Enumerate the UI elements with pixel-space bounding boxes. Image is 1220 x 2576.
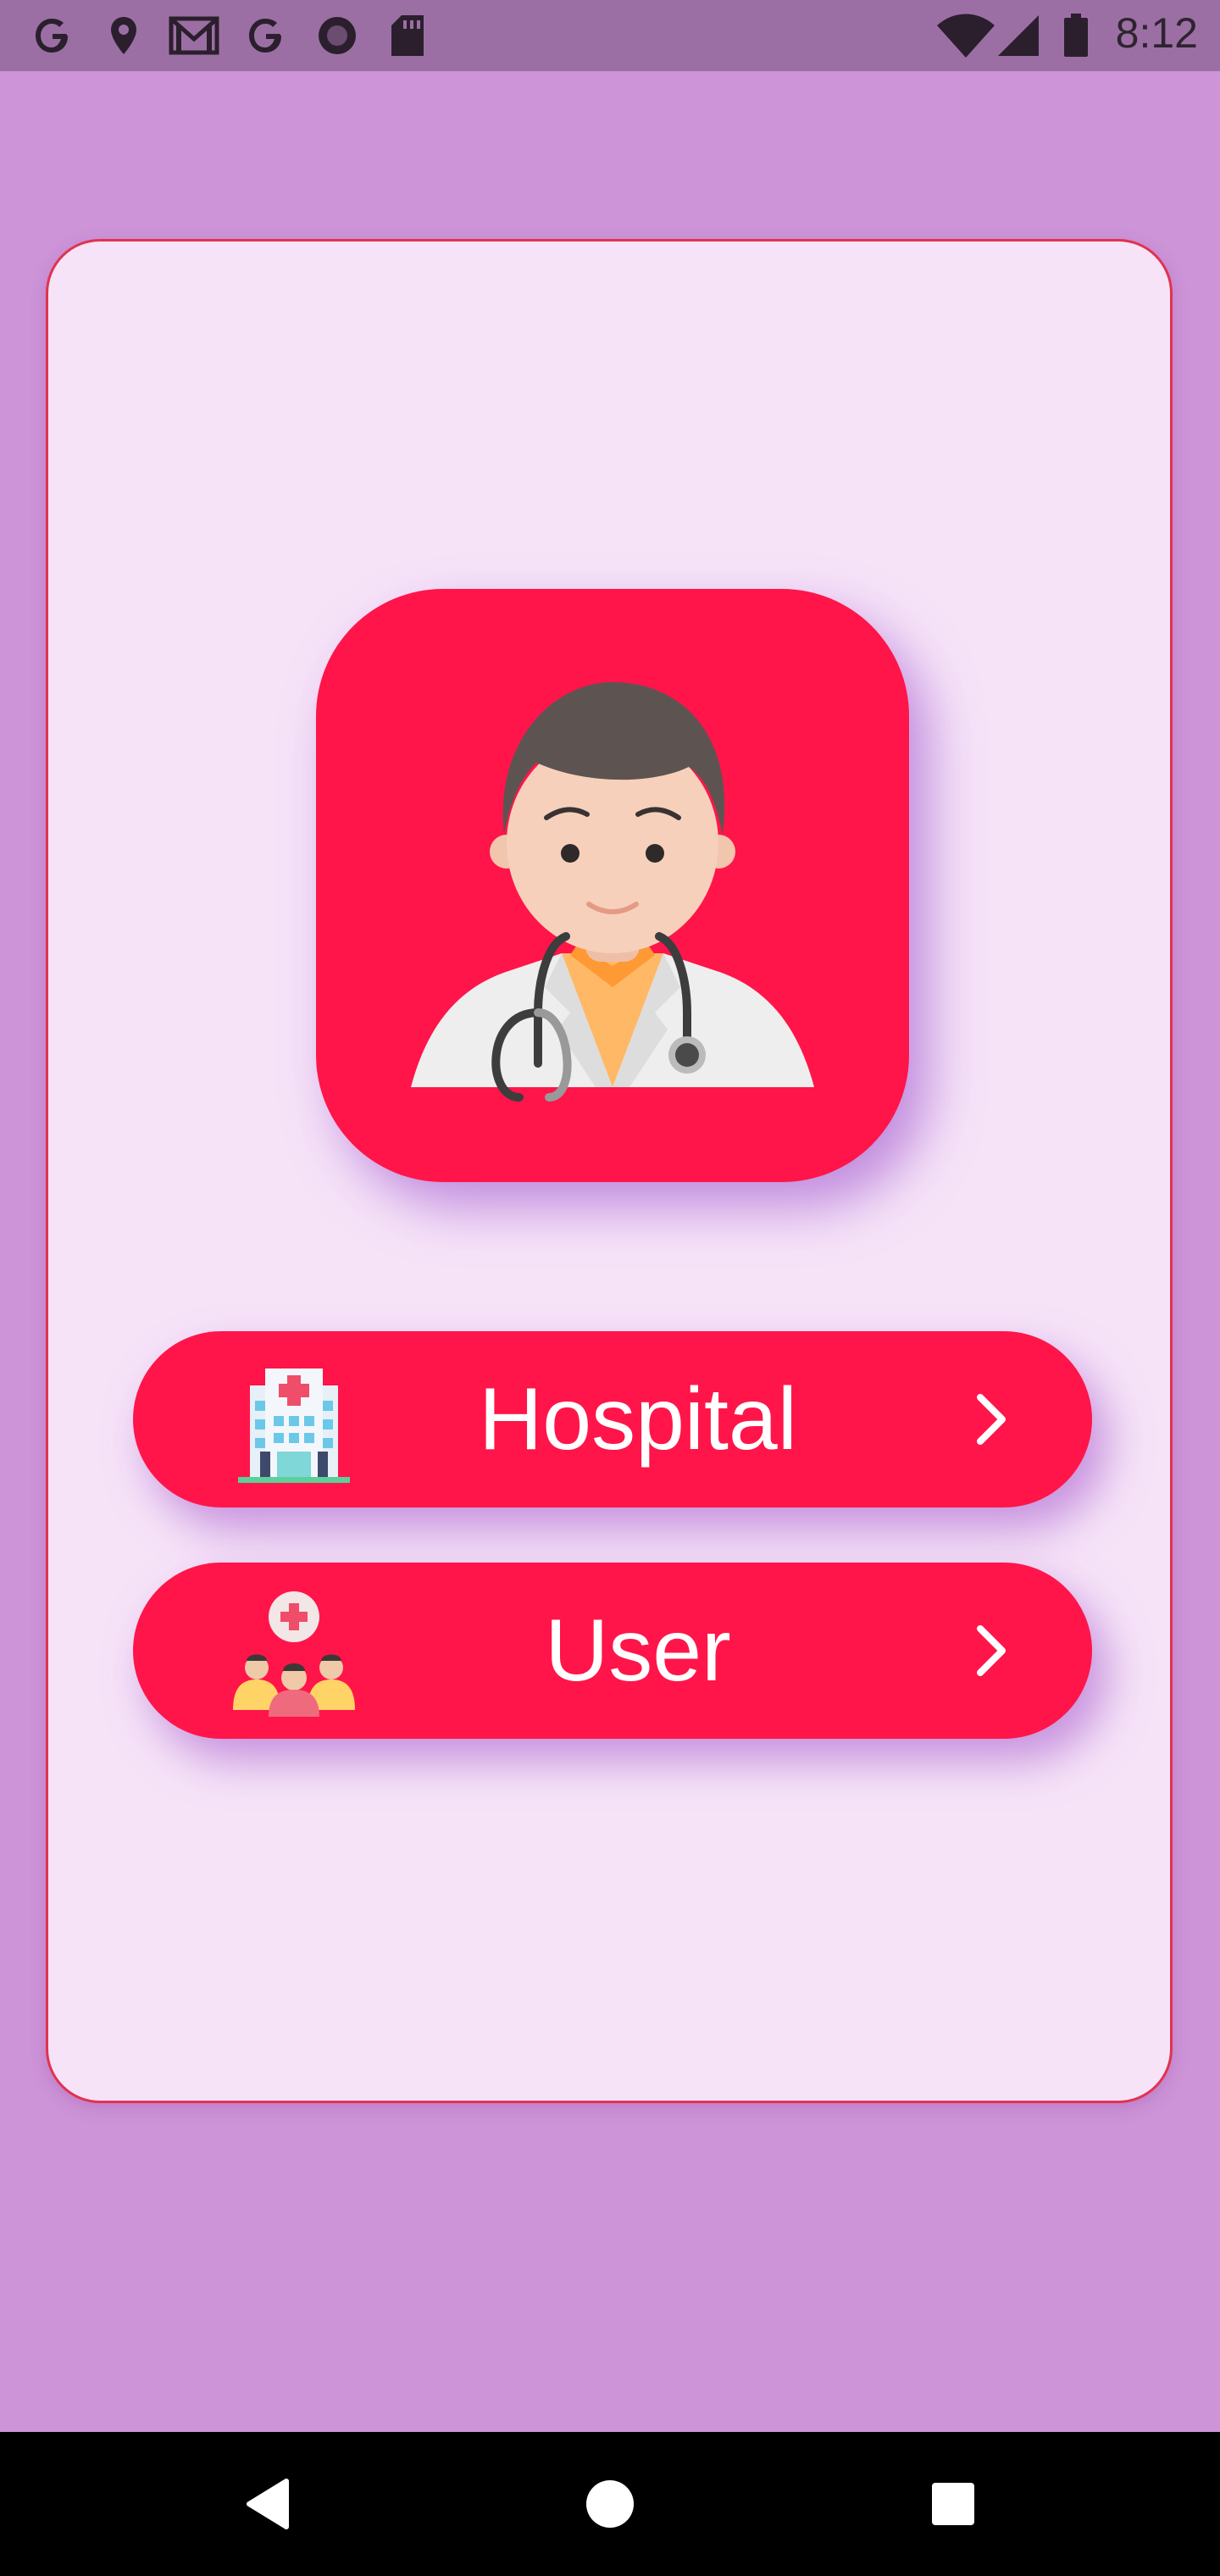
wifi-icon xyxy=(937,14,995,58)
chevron-right-icon xyxy=(977,1625,1006,1676)
signal-icon xyxy=(998,15,1039,56)
location-pin-icon xyxy=(111,17,136,54)
main-card: Hospital User xyxy=(46,239,1173,2103)
hospital-button[interactable]: Hospital xyxy=(133,1331,1092,1507)
google-icon xyxy=(36,19,68,53)
user-button-label: User xyxy=(545,1602,731,1700)
user-button[interactable]: User xyxy=(133,1563,1092,1739)
back-icon[interactable] xyxy=(230,2466,307,2542)
home-icon[interactable] xyxy=(572,2466,648,2542)
recents-icon[interactable] xyxy=(915,2466,991,2542)
circle-record-icon xyxy=(319,17,356,54)
doctor-avatar-icon xyxy=(316,589,909,1182)
navigation-bar xyxy=(0,2432,1220,2576)
battery-icon xyxy=(1064,14,1088,57)
google-icon xyxy=(249,19,281,53)
status-time: 8:12 xyxy=(1115,9,1198,57)
status-bar: 8:12 xyxy=(0,0,1220,71)
gmail-icon xyxy=(169,16,219,55)
hospital-button-label: Hospital xyxy=(479,1370,797,1468)
chevron-right-icon xyxy=(977,1394,1006,1445)
sd-card-icon xyxy=(391,15,424,56)
